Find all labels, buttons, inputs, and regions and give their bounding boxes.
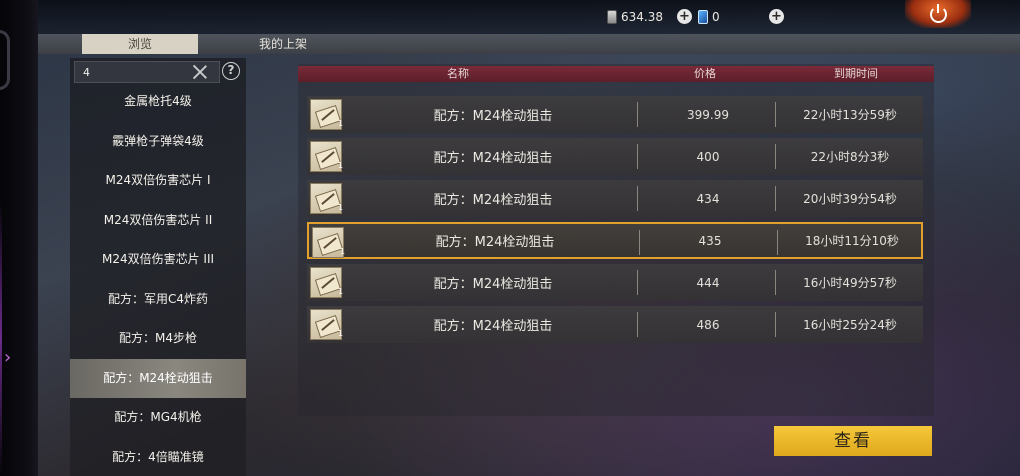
category-item[interactable]: M24双倍伤害芯片 II bbox=[70, 201, 246, 241]
item-price: 444 bbox=[696, 275, 720, 290]
coin-balance: 634.38 bbox=[607, 7, 663, 27]
item-expiry: 22小时8分3秒 bbox=[810, 150, 890, 164]
item-count: 1 bbox=[340, 247, 346, 256]
item-count: 1 bbox=[338, 203, 344, 212]
item-name: 配方：M24栓动狙击 bbox=[433, 193, 553, 208]
table-row[interactable]: 1 配方：M24栓动狙击 400 22小时8分3秒 bbox=[307, 138, 923, 175]
column-divider bbox=[775, 102, 776, 127]
tab-bar: 浏览 我的上架 bbox=[38, 34, 1020, 54]
item-expiry: 16小时49分57秒 bbox=[803, 276, 897, 290]
table-row[interactable]: 1 配方：M24栓动狙击 434 20小时39分54秒 bbox=[307, 180, 923, 217]
item-count: 1 bbox=[338, 119, 344, 128]
column-divider bbox=[777, 230, 778, 255]
item-name: 配方：M24栓动狙击 bbox=[433, 151, 553, 166]
item-expiry: 18小时11分10秒 bbox=[805, 234, 899, 248]
column-divider bbox=[639, 230, 640, 255]
category-item[interactable]: M24双倍伤害芯片 I bbox=[70, 161, 246, 201]
item-name: 配方：M24栓动狙击 bbox=[433, 109, 553, 124]
header-expiry: 到期时间 bbox=[834, 67, 878, 80]
column-divider bbox=[775, 186, 776, 211]
item-count: 1 bbox=[338, 161, 344, 170]
category-item[interactable]: 配方：4倍瞄准镜 bbox=[70, 438, 246, 476]
tab-my-listings[interactable]: 我的上架 bbox=[228, 34, 338, 54]
edge-frame bbox=[0, 30, 10, 90]
card-amount: 0 bbox=[712, 10, 720, 24]
add-coins-button[interactable]: + bbox=[677, 9, 692, 24]
column-divider bbox=[637, 270, 638, 295]
item-name: 配方：M24栓动狙击 bbox=[435, 235, 555, 250]
header-price: 价格 bbox=[694, 67, 716, 80]
expand-arrow-icon[interactable]: › bbox=[4, 348, 18, 368]
item-count: 1 bbox=[338, 287, 344, 296]
help-icon[interactable]: ? bbox=[222, 62, 240, 80]
item-price: 434 bbox=[696, 191, 720, 206]
left-edge-panel: › bbox=[0, 0, 38, 476]
table-row[interactable]: 1 配方：M24栓动狙击 399.99 22小时13分59秒 bbox=[307, 96, 923, 133]
category-item[interactable]: 配方：MG4机枪 bbox=[70, 398, 246, 438]
column-divider bbox=[637, 144, 638, 169]
item-price: 400 bbox=[696, 149, 720, 164]
column-divider bbox=[637, 102, 638, 127]
header-name: 名称 bbox=[447, 67, 469, 80]
table-row[interactable]: 1 配方：M24栓动狙击 435 18小时11分10秒 bbox=[307, 222, 923, 259]
coin-amount: 634.38 bbox=[621, 10, 663, 24]
column-divider bbox=[775, 270, 776, 295]
coin-icon bbox=[607, 10, 617, 24]
column-divider bbox=[637, 186, 638, 211]
table-header: 名称 价格 到期时间 bbox=[298, 66, 934, 82]
item-price: 486 bbox=[696, 317, 720, 332]
category-item[interactable]: 霰弹枪子弹袋4级 bbox=[70, 122, 246, 162]
clear-search-icon[interactable] bbox=[191, 63, 209, 81]
table-row[interactable]: 1 配方：M24栓动狙击 486 16小时25分24秒 bbox=[307, 306, 923, 343]
edge-glow-line bbox=[0, 200, 2, 476]
column-divider bbox=[775, 144, 776, 169]
power-button[interactable] bbox=[905, 0, 971, 28]
item-expiry: 22小时13分59秒 bbox=[803, 108, 897, 122]
card-icon bbox=[698, 10, 708, 24]
category-item[interactable]: M24双倍伤害芯片 III bbox=[70, 240, 246, 280]
tab-browse[interactable]: 浏览 bbox=[82, 34, 198, 54]
card-balance: 0 bbox=[698, 7, 720, 27]
item-name: 配方：M24栓动狙击 bbox=[433, 319, 553, 334]
add-cards-button[interactable]: + bbox=[769, 9, 784, 24]
category-item[interactable]: 配方：军用C4炸药 bbox=[70, 280, 246, 320]
view-button[interactable]: 查看 bbox=[774, 426, 932, 456]
power-icon bbox=[929, 3, 947, 23]
category-item[interactable]: 金属枪托4级 bbox=[70, 82, 246, 122]
category-list: 金属枪托4级 霰弹枪子弹袋4级 M24双倍伤害芯片 I M24双倍伤害芯片 II M24… bbox=[70, 82, 246, 476]
column-divider bbox=[637, 312, 638, 337]
item-price: 435 bbox=[698, 233, 722, 248]
column-divider bbox=[775, 312, 776, 337]
item-count: 1 bbox=[338, 329, 344, 338]
item-expiry: 16小时25分24秒 bbox=[803, 318, 897, 332]
table-row[interactable]: 1 配方：M24栓动狙击 444 16小时49分57秒 bbox=[307, 264, 923, 301]
item-expiry: 20小时39分54秒 bbox=[803, 192, 897, 206]
item-name: 配方：M24栓动狙击 bbox=[433, 277, 553, 292]
top-bar bbox=[38, 0, 1020, 34]
category-item[interactable]: 配方：M4步枪 bbox=[70, 319, 246, 359]
category-item[interactable]: 配方：M24栓动狙击 bbox=[70, 358, 246, 398]
item-price: 399.99 bbox=[687, 107, 729, 122]
